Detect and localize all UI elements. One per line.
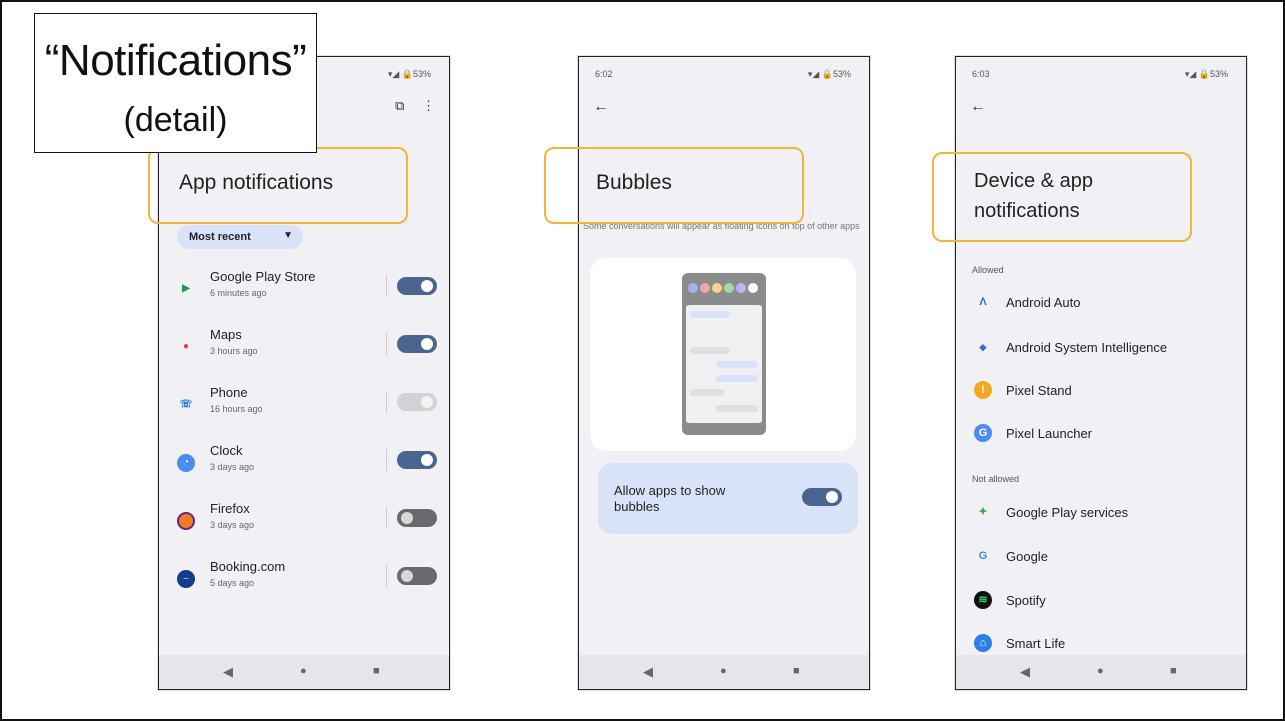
phone-mockup-image bbox=[682, 273, 766, 435]
divider bbox=[386, 565, 387, 587]
app-item-pixel-launcher[interactable]: G Pixel Launcher bbox=[956, 418, 1246, 448]
highlight-device-app-notifications bbox=[932, 152, 1192, 242]
android-auto-icon: Λ bbox=[979, 296, 987, 308]
status-indicators: ▾◢ 🔒53% bbox=[387, 69, 431, 79]
pixel-stand-icon: ! bbox=[974, 381, 992, 399]
app-row-firefox[interactable]: Firefox 3 days ago bbox=[159, 498, 449, 556]
app-name: Google Play services bbox=[1006, 505, 1129, 520]
notification-toggle[interactable] bbox=[397, 451, 437, 469]
app-name: Smart Life bbox=[1006, 636, 1066, 651]
app-item-android-auto[interactable]: Λ Android Auto bbox=[956, 287, 1246, 317]
app-row-maps[interactable]: ● Maps 3 hours ago bbox=[159, 324, 449, 382]
app-name: Pixel Stand bbox=[1006, 383, 1072, 398]
toolbar-icons: ⧉ ⋮ bbox=[395, 98, 435, 114]
maps-icon: ● bbox=[182, 341, 190, 352]
app-name: Booking.com bbox=[210, 559, 286, 574]
nav-home-icon[interactable]: ● bbox=[300, 665, 307, 677]
app-item-spotify[interactable]: ≋ Spotify bbox=[956, 585, 1246, 615]
notification-toggle[interactable] bbox=[397, 509, 437, 527]
google-play-icon: ▶ bbox=[182, 283, 190, 294]
sort-dropdown-label: Most recent bbox=[189, 231, 251, 243]
allow-bubbles-toggle[interactable] bbox=[802, 488, 842, 506]
app-name: Android System Intelligence bbox=[1006, 340, 1168, 355]
divider bbox=[386, 391, 387, 413]
back-arrow-icon[interactable]: ← bbox=[970, 98, 986, 116]
smart-life-icon: ⌂ bbox=[974, 634, 992, 652]
divider bbox=[386, 275, 387, 297]
app-time: 16 hours ago bbox=[210, 404, 263, 414]
app-name: Google Play Store bbox=[210, 269, 316, 284]
notification-toggle[interactable] bbox=[397, 567, 437, 585]
app-time: 5 days ago bbox=[210, 578, 255, 588]
android-system-intelligence-icon: ◆ bbox=[979, 342, 987, 352]
app-item-android-system-intelligence[interactable]: ◆ Android System Intelligence bbox=[956, 332, 1246, 362]
system-navbar: ◀ ● ■ bbox=[159, 655, 449, 689]
app-name: Phone bbox=[210, 385, 248, 400]
notification-toggle[interactable] bbox=[397, 277, 437, 295]
booking-icon: — bbox=[177, 570, 195, 588]
app-name: Google bbox=[1006, 549, 1048, 564]
app-name: Android Auto bbox=[1006, 295, 1081, 310]
phone-icon: ☏ bbox=[179, 399, 193, 410]
nav-recents-icon[interactable]: ■ bbox=[1170, 665, 1177, 677]
nav-back-icon[interactable]: ◀ bbox=[1020, 664, 1030, 680]
app-row-phone[interactable]: ☏ Phone 16 hours ago bbox=[159, 382, 449, 440]
app-row-booking[interactable]: — Booking.com 5 days ago bbox=[159, 556, 449, 614]
status-time: 6:02 bbox=[595, 69, 613, 79]
app-name: Firefox bbox=[210, 501, 250, 516]
bubbles-illustration bbox=[590, 258, 856, 451]
sort-dropdown[interactable]: Most recent ▼ bbox=[177, 225, 303, 249]
search-settings-icon[interactable]: ⧉ bbox=[395, 98, 404, 113]
app-row-google-play-store[interactable]: ▶ Google Play Store 6 minutes ago bbox=[159, 266, 449, 324]
back-arrow-icon[interactable]: ← bbox=[593, 98, 609, 116]
notification-toggle[interactable] bbox=[397, 335, 437, 353]
nav-recents-icon[interactable]: ■ bbox=[793, 665, 800, 677]
google-play-services-icon: ✦ bbox=[978, 506, 988, 518]
nav-back-icon[interactable]: ◀ bbox=[223, 664, 233, 680]
slide-title: “Notifications” bbox=[44, 36, 307, 85]
section-allowed: Allowed bbox=[972, 265, 1004, 275]
nav-recents-icon[interactable]: ■ bbox=[373, 665, 380, 677]
app-time: 6 minutes ago bbox=[210, 288, 267, 298]
divider bbox=[386, 449, 387, 471]
app-time: 3 days ago bbox=[210, 462, 255, 472]
more-menu-icon[interactable]: ⋮ bbox=[422, 98, 435, 113]
highlight-app-notifications bbox=[148, 147, 408, 224]
app-row-clock[interactable]: ◔ Clock 3 days ago bbox=[159, 440, 449, 498]
google-icon: G bbox=[978, 550, 988, 562]
nav-back-icon[interactable]: ◀ bbox=[643, 664, 653, 680]
app-name: Pixel Launcher bbox=[1006, 426, 1092, 441]
app-name: Clock bbox=[210, 443, 243, 458]
nav-home-icon[interactable]: ● bbox=[1097, 665, 1104, 677]
highlight-bubbles bbox=[544, 147, 804, 224]
section-not-allowed: Not allowed bbox=[972, 474, 1020, 484]
divider bbox=[386, 507, 387, 529]
divider bbox=[386, 333, 387, 355]
pixel-launcher-icon: G bbox=[974, 424, 992, 442]
chevron-down-icon: ▼ bbox=[283, 230, 293, 241]
app-name: Maps bbox=[210, 327, 242, 342]
slide-title-box: “Notifications” (detail) bbox=[34, 13, 317, 153]
status-indicators: ▾◢ 🔒53% bbox=[807, 69, 851, 79]
app-name: Spotify bbox=[1006, 593, 1046, 608]
firefox-icon bbox=[177, 512, 195, 530]
system-navbar: ◀ ● ■ bbox=[579, 655, 869, 689]
spotify-icon: ≋ bbox=[974, 591, 992, 609]
app-time: 3 hours ago bbox=[210, 346, 258, 356]
app-item-smart-life[interactable]: ⌂ Smart Life bbox=[956, 628, 1246, 658]
app-item-google-play-services[interactable]: ✦ Google Play services bbox=[956, 497, 1246, 527]
notification-toggle[interactable] bbox=[397, 393, 437, 411]
allow-bubbles-label: Allow apps to show bubbles bbox=[614, 483, 726, 514]
status-time: 6:03 bbox=[972, 69, 990, 79]
app-time: 3 days ago bbox=[210, 520, 255, 530]
nav-home-icon[interactable]: ● bbox=[720, 665, 727, 677]
status-indicators: ▾◢ 🔒53% bbox=[1184, 69, 1228, 79]
slide-subtitle: (detail) bbox=[123, 101, 228, 139]
app-item-google[interactable]: G Google bbox=[956, 541, 1246, 571]
system-navbar: ◀ ● ■ bbox=[956, 655, 1246, 689]
app-item-pixel-stand[interactable]: ! Pixel Stand bbox=[956, 375, 1246, 405]
allow-bubbles-card[interactable]: Allow apps to show bubbles bbox=[598, 463, 858, 534]
clock-icon: ◔ bbox=[177, 454, 195, 472]
